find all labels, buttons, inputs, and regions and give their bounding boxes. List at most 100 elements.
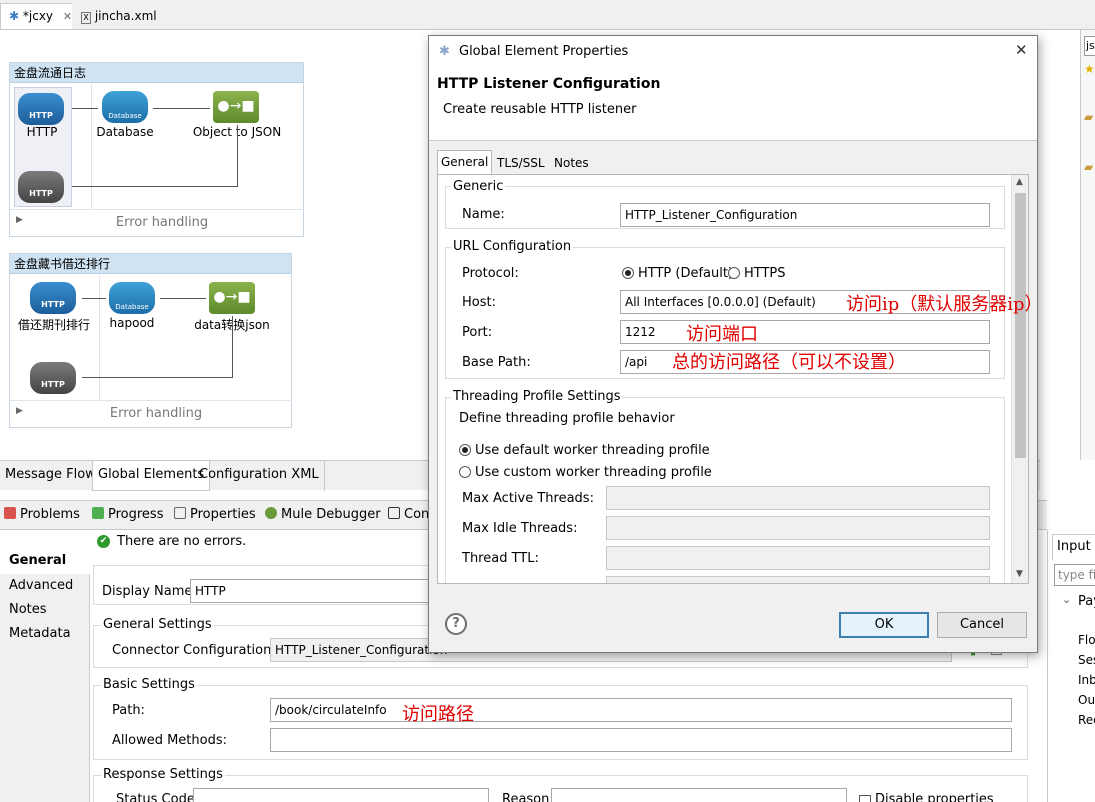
object-to-json-icon[interactable]: ●→■ — [209, 282, 255, 314]
radio-label: Use custom worker threading profile — [475, 465, 712, 480]
connector-arrow — [153, 108, 210, 109]
tab-mule-debugger[interactable]: Mule Debugger — [265, 507, 381, 522]
close-icon[interactable]: ✕ — [63, 10, 72, 23]
custom-threading-radio[interactable]: Use custom worker threading profile — [459, 465, 712, 480]
allowed-methods-input[interactable] — [270, 728, 1012, 752]
max-active-threads-label: Max Active Threads: — [462, 491, 594, 506]
thread-ttl-label: Thread TTL: — [462, 551, 539, 566]
http-icon[interactable]: HTTP — [30, 282, 76, 314]
close-icon[interactable]: ✕ — [1015, 41, 1028, 59]
reason-input[interactable] — [551, 788, 847, 802]
tab-problems[interactable]: Problems — [4, 507, 80, 522]
tree-item-payload[interactable]: Pay — [1078, 594, 1095, 609]
connector-line — [237, 125, 238, 187]
protocol-https-radio[interactable]: HTTPS — [728, 266, 786, 281]
editor-tab-jcxy[interactable]: ✱ *jcxy ✕ — [0, 3, 82, 29]
tab-configuration-xml[interactable]: Configuration XML — [194, 461, 325, 491]
nav-notes[interactable]: Notes — [9, 602, 47, 617]
radio-selected-icon — [459, 444, 471, 456]
dialog-scrollbar[interactable]: ▲ ▼ — [1011, 175, 1028, 583]
tab-console[interactable]: Con — [388, 507, 429, 522]
flow-block[interactable]: 金盘流通日志 HTTP HTTP Database Database ●→■ O… — [9, 62, 304, 237]
scrollbar-thumb[interactable] — [1015, 193, 1026, 458]
nav-advanced[interactable]: Advanced — [9, 578, 73, 593]
connector-line — [232, 316, 233, 378]
tab-notes[interactable]: Notes — [551, 152, 592, 176]
palette-search-input[interactable]: js — [1084, 36, 1095, 56]
annotation-port: 访问端口 — [686, 324, 758, 345]
tab-properties[interactable]: Properties — [174, 507, 256, 522]
ok-button[interactable]: OK — [839, 612, 929, 638]
mule-icon: ✱ — [439, 44, 450, 59]
name-input[interactable]: HTTP_Listener_Configuration — [620, 203, 990, 227]
tab-label: Con — [404, 507, 430, 522]
tab-label: Properties — [190, 507, 256, 522]
database-icon[interactable]: Database — [109, 282, 155, 314]
default-threading-radio[interactable]: Use default worker threading profile — [459, 443, 710, 458]
annotation-path: 访问路径 — [402, 704, 474, 725]
port-input[interactable]: 1212 — [620, 320, 990, 344]
properties-nav: General Advanced Notes Metadata — [0, 548, 90, 802]
debugger-icon — [265, 507, 277, 519]
folder-icon[interactable]: ▰ — [1084, 110, 1093, 124]
folder-icon[interactable]: ▰ — [1084, 160, 1093, 174]
tab-tls-ssl[interactable]: TLS/SSL — [494, 152, 548, 176]
radio-label: HTTP (Default) — [638, 266, 734, 281]
star-icon[interactable]: ★ — [1084, 62, 1095, 76]
general-settings-title: General Settings — [101, 617, 214, 632]
xml-file-icon: X — [81, 12, 91, 24]
error-handling-label[interactable]: Error handling — [86, 406, 226, 421]
dialog-subtitle: Create reusable HTTP listener — [443, 102, 637, 117]
tab-progress[interactable]: Progress — [92, 507, 163, 522]
properties-icon — [174, 507, 186, 519]
cancel-button[interactable]: Cancel — [937, 612, 1027, 638]
flow-block[interactable]: 金盘藏书借还排行 HTTP 借还期刊排行 Database hapood ●→■… — [9, 253, 292, 428]
radio-icon — [728, 267, 740, 279]
scroll-down-icon[interactable]: ▼ — [1016, 569, 1023, 579]
expand-arrow-icon[interactable]: ▶ — [16, 215, 23, 225]
protocol-http-radio[interactable]: HTTP (Default) — [622, 266, 733, 281]
nav-general[interactable]: General — [9, 553, 66, 568]
palette-sidebar: js ★ ▰ ▰ — [1080, 30, 1095, 460]
nav-metadata[interactable]: Metadata — [9, 626, 71, 641]
name-label: Name: — [462, 207, 505, 222]
console-icon — [388, 507, 400, 519]
help-icon[interactable]: ? — [445, 613, 467, 635]
dialog-header: ✱ Global Element Properties ✕ HTTP Liste… — [429, 36, 1037, 141]
display-name-label: Display Name: — [102, 584, 197, 599]
http-icon[interactable]: HTTP — [18, 93, 64, 125]
tab-label: Progress — [108, 507, 164, 522]
expand-arrow-icon[interactable]: ▶ — [16, 406, 23, 416]
editor-tab-jincha[interactable]: X jincha.xml — [72, 3, 166, 29]
object-to-json-icon[interactable]: ●→■ — [213, 91, 259, 123]
tree-item[interactable]: Rec — [1078, 713, 1095, 727]
tree-item[interactable]: Flo — [1078, 633, 1095, 647]
chevron-down-icon[interactable]: ⌄ — [1062, 593, 1071, 606]
metadata-filter-input[interactable]: type fil — [1054, 564, 1095, 586]
progress-icon — [92, 507, 104, 519]
threading-description: Define threading profile behavior — [459, 411, 675, 426]
tree-item[interactable]: Ou — [1078, 693, 1095, 707]
tree-item[interactable]: Inb — [1078, 673, 1095, 687]
http-response-icon[interactable]: HTTP — [30, 362, 76, 394]
http-response-icon[interactable]: HTTP — [18, 171, 64, 203]
radio-label: Use default worker threading profile — [475, 443, 710, 458]
display-name-input[interactable]: HTTP — [190, 579, 430, 603]
flow-title: 金盘流通日志 — [10, 63, 303, 83]
tab-input[interactable]: Input — [1052, 534, 1095, 560]
radio-icon — [459, 466, 471, 478]
scroll-up-icon[interactable]: ▲ — [1016, 177, 1023, 187]
connector-arrow — [160, 298, 206, 299]
tab-message-flow[interactable]: Message Flow — [0, 461, 102, 491]
reason-label: Reason: — [502, 792, 554, 802]
tab-global-elements[interactable]: Global Elements — [92, 461, 211, 491]
max-idle-threads-input — [606, 516, 990, 540]
database-icon[interactable]: Database — [102, 91, 148, 123]
error-handling-label[interactable]: Error handling — [92, 215, 232, 230]
disable-properties-checkbox[interactable] — [859, 795, 871, 802]
divider — [10, 209, 304, 210]
status-code-input[interactable] — [193, 788, 489, 802]
radio-selected-icon — [622, 267, 634, 279]
tree-item[interactable]: Ses — [1078, 653, 1095, 667]
path-input[interactable]: /book/circulateInfo — [270, 698, 1012, 722]
